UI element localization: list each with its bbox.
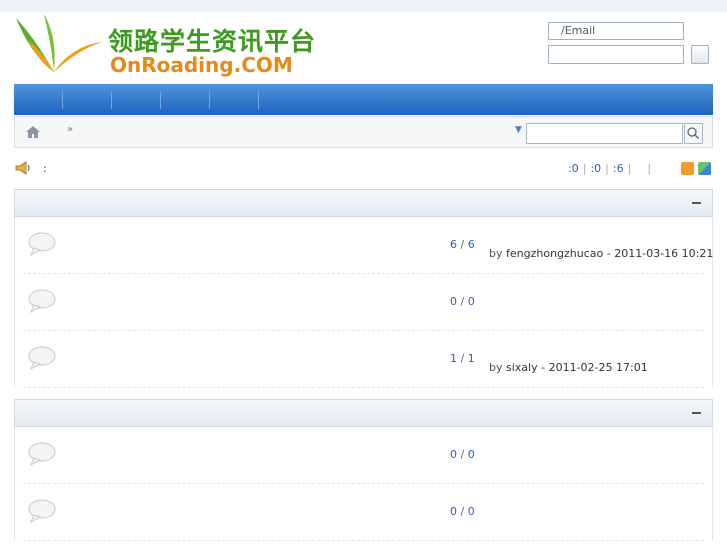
speech-bubble-icon: [28, 442, 56, 467]
nav-separator: [62, 91, 63, 109]
forum-category-header: [14, 399, 713, 427]
nav-separator: [258, 91, 259, 109]
last-post-time[interactable]: 2011-03-16 10:21: [614, 247, 713, 260]
search-icon: [687, 127, 700, 140]
forum-row[interactable]: 0 / 0: [14, 274, 713, 331]
search-input[interactable]: [526, 123, 683, 144]
last-post-info: by fengzhongzhucao - 2011-03-16 10:21: [489, 247, 714, 260]
forum-category-header: [14, 189, 713, 217]
nav-separator: [111, 91, 112, 109]
topic-post-counts: 1 / 1: [450, 352, 475, 365]
speech-bubble-icon: [28, 346, 56, 371]
username-email-input[interactable]: /Email: [548, 22, 684, 40]
topic-post-counts: 0 / 0: [450, 505, 475, 518]
forum-stats: :0 |:0 |:6 | |: [568, 162, 652, 175]
forum-row[interactable]: 0 / 0: [14, 427, 713, 484]
speech-bubble-icon: [28, 232, 56, 257]
search-button[interactable]: [684, 123, 703, 144]
last-post-info: by sixaly - 2011-02-25 17:01: [489, 361, 648, 374]
login-button[interactable]: [691, 45, 709, 64]
home-icon[interactable]: [25, 125, 41, 139]
nav-separator: [209, 91, 210, 109]
announcement-label: :: [43, 162, 47, 175]
main-nav: [14, 84, 713, 115]
topic-post-counts: 0 / 0: [450, 295, 475, 308]
stat-today: :0: [568, 162, 579, 175]
site-logo[interactable]: 领路学生资讯平台 OnRoading.COM: [14, 10, 315, 80]
breadcrumb-bar: » ▼: [14, 116, 713, 148]
feed-subscribe-icon[interactable]: [698, 162, 711, 175]
speech-bubble-icon: [28, 289, 56, 314]
rss-icon[interactable]: [681, 162, 694, 175]
forum-row[interactable]: 6 / 6 by fengzhongzhucao - 2011-03-16 10…: [14, 217, 713, 274]
search-scope-dropdown-icon[interactable]: ▼: [515, 125, 522, 135]
breadcrumb-separator: »: [67, 124, 74, 135]
collapse-icon[interactable]: [692, 412, 701, 414]
last-post-author[interactable]: fengzhongzhucao: [506, 247, 603, 260]
collapse-icon[interactable]: [692, 202, 701, 204]
forum-row[interactable]: 0 / 0: [14, 484, 713, 541]
logo-english-text: OnRoading.COM: [110, 53, 293, 77]
topic-post-counts: 6 / 6: [450, 238, 475, 251]
last-post-time[interactable]: 2011-02-25 17:01: [549, 361, 648, 374]
nav-separator: [160, 91, 161, 109]
logo-mark-icon: [16, 14, 102, 72]
last-post-author[interactable]: sixaly: [506, 361, 538, 374]
forum-row[interactable]: 1 / 1 by sixaly - 2011-02-25 17:01: [14, 331, 713, 388]
speech-bubble-icon: [28, 499, 56, 524]
stat-yesterday: :0: [590, 162, 602, 175]
announcement-speaker-icon: [15, 161, 30, 175]
stat-members: :6: [612, 162, 624, 175]
password-input[interactable]: [548, 45, 684, 64]
topic-post-counts: 0 / 0: [450, 448, 475, 461]
